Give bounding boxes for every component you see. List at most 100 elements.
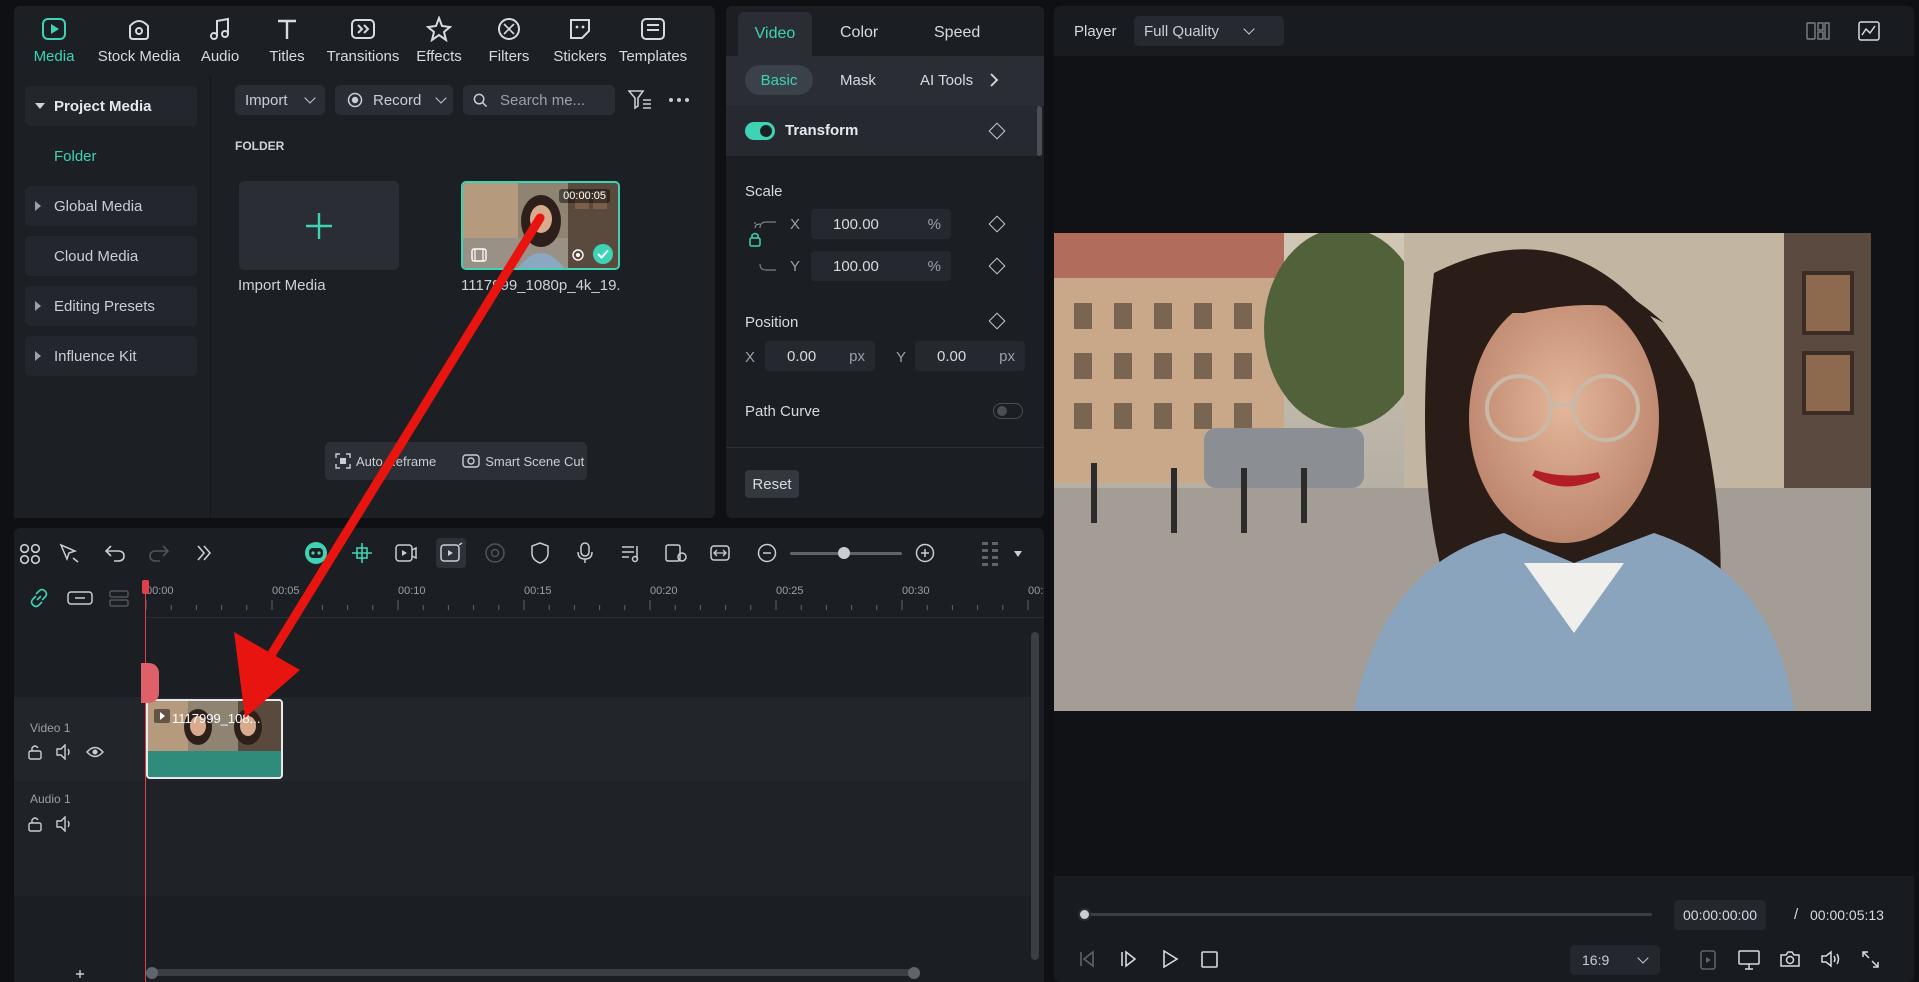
- transform-toggle[interactable]: [745, 122, 775, 140]
- redo-icon[interactable]: [148, 543, 170, 563]
- subtab-ai-tools[interactable]: AI Tools: [920, 72, 973, 89]
- smart-scene-cut-button[interactable]: Smart Scene Cut: [462, 453, 584, 469]
- audio-video-icon[interactable]: [394, 542, 418, 564]
- timeline-ruler[interactable]: 00:00 00:05 00:10 00:15 00:20 00:25 00:30 00:3: [146, 578, 1044, 618]
- tab-audio[interactable]: Audio: [188, 8, 252, 70]
- smart-cut-icon[interactable]: [439, 542, 463, 564]
- filter-sort-icon[interactable]: [628, 89, 652, 111]
- stop-icon[interactable]: [1201, 951, 1218, 968]
- tab-label: Transitions: [326, 48, 400, 65]
- lock-track-icon[interactable]: [28, 816, 42, 832]
- timeline-video-clip[interactable]: 1117999_108...: [146, 699, 283, 779]
- add-track-icon[interactable]: [75, 969, 85, 979]
- audio-track-icon[interactable]: [620, 542, 642, 564]
- player-title: Player: [1074, 23, 1117, 40]
- grid-view-icon[interactable]: [1806, 22, 1830, 40]
- track-swap-icon[interactable]: [108, 588, 130, 608]
- next-frame-icon[interactable]: [1120, 950, 1138, 968]
- media-clip-thumbnail[interactable]: 00:00:05: [461, 181, 620, 270]
- double-chevron-right-icon[interactable]: [195, 544, 213, 562]
- fullscreen-icon[interactable]: [1862, 951, 1879, 968]
- lock-track-icon[interactable]: [28, 744, 42, 760]
- position-x-input[interactable]: 0.00 px: [765, 341, 875, 371]
- tab-transitions[interactable]: Transitions: [322, 8, 404, 70]
- tab-color[interactable]: Color: [840, 24, 878, 42]
- sidebar-item-global-media[interactable]: Global Media: [25, 186, 197, 226]
- more-options-icon[interactable]: [668, 95, 690, 105]
- player-progress-track[interactable]: [1084, 913, 1652, 916]
- zoom-slider-knob[interactable]: [838, 547, 850, 559]
- zoom-in-icon[interactable]: [915, 543, 935, 563]
- scroll-handle-right[interactable]: [908, 967, 920, 979]
- sidebar-item-editing-presets[interactable]: Editing Presets: [25, 286, 197, 326]
- tab-speed[interactable]: Speed: [934, 24, 980, 42]
- playhead-marker-flag[interactable]: [141, 663, 159, 703]
- tab-label: Filters: [488, 48, 530, 65]
- import-button[interactable]: Import: [235, 85, 325, 115]
- sidebar-item-influence-kit[interactable]: Influence Kit: [25, 336, 197, 376]
- path-curve-toggle[interactable]: [993, 403, 1023, 419]
- display-settings-icon[interactable]: [1738, 950, 1760, 970]
- play-icon[interactable]: [1161, 950, 1179, 968]
- track-volume-icon[interactable]: [56, 816, 74, 832]
- sidebar-item-cloud-media[interactable]: Cloud Media: [25, 236, 197, 276]
- waveform-monitor-icon[interactable]: [1858, 21, 1880, 41]
- tab-stock-media[interactable]: Stock Media: [90, 8, 188, 70]
- scroll-handle-left[interactable]: [146, 967, 158, 979]
- link-icon[interactable]: [28, 588, 50, 608]
- group-link-icon[interactable]: [67, 589, 93, 607]
- scale-y-input[interactable]: 100.00 %: [811, 251, 951, 281]
- sidebar-item-folder[interactable]: Folder: [54, 148, 97, 165]
- select-tool-icon[interactable]: [58, 542, 80, 564]
- search-input[interactable]: Search me...: [500, 92, 585, 109]
- snapshot-camera-icon[interactable]: [1780, 950, 1800, 968]
- volume-icon[interactable]: [1820, 950, 1842, 968]
- horizontal-scrollbar[interactable]: [149, 969, 919, 976]
- microphone-icon[interactable]: [576, 542, 594, 564]
- tab-stickers[interactable]: Stickers: [544, 8, 616, 70]
- aspect-ratio-dropdown[interactable]: 16:9: [1570, 945, 1660, 975]
- fit-width-icon[interactable]: [709, 542, 731, 564]
- dropdown-triangle-icon[interactable]: [1014, 551, 1022, 557]
- auto-reframe-button[interactable]: Auto Reframe: [335, 453, 436, 469]
- tab-templates[interactable]: Templates: [616, 8, 690, 70]
- shield-icon[interactable]: [530, 542, 550, 564]
- undo-icon[interactable]: [104, 543, 126, 563]
- record-button[interactable]: Record: [335, 85, 453, 115]
- previous-frame-icon[interactable]: [1078, 950, 1096, 968]
- track-volume-icon[interactable]: [56, 744, 74, 760]
- tab-video[interactable]: Video: [738, 12, 812, 56]
- tab-effects[interactable]: Effects: [404, 8, 474, 70]
- marker-icon[interactable]: [1700, 950, 1716, 970]
- zoom-out-icon[interactable]: [757, 543, 777, 563]
- subtab-mask[interactable]: Mask: [840, 72, 876, 89]
- properties-scrollbar[interactable]: [1037, 106, 1042, 156]
- video-preview[interactable]: [1054, 233, 1871, 711]
- eye-icon[interactable]: [86, 745, 104, 759]
- sidebar-item-project-media[interactable]: Project Media: [25, 86, 197, 126]
- current-time-box[interactable]: 00:00:00:00: [1674, 900, 1766, 930]
- tab-media[interactable]: Media: [18, 8, 90, 70]
- import-media-tile[interactable]: [239, 181, 399, 270]
- scale-x-input[interactable]: 100.00 %: [811, 209, 951, 239]
- track-layout-icon[interactable]: [980, 540, 1000, 566]
- auto-highlight-icon[interactable]: [350, 542, 374, 564]
- playhead-handle[interactable]: [142, 580, 149, 594]
- chevron-right-icon[interactable]: [989, 73, 999, 87]
- search-box[interactable]: Search me...: [463, 85, 615, 115]
- vertical-scrollbar[interactable]: [1031, 632, 1039, 960]
- playhead-line[interactable]: [145, 580, 146, 982]
- stabilize-icon[interactable]: [484, 542, 506, 564]
- tab-filters[interactable]: Filters: [474, 8, 544, 70]
- position-y-input[interactable]: 0.00 px: [915, 341, 1025, 371]
- import-label: Import: [245, 91, 288, 109]
- player-progress-knob[interactable]: [1078, 908, 1091, 921]
- tab-titles[interactable]: Titles: [252, 8, 322, 70]
- ai-assistant-icon[interactable]: [302, 540, 330, 566]
- clip-settings-icon[interactable]: [664, 542, 688, 564]
- subtab-basic[interactable]: Basic: [745, 65, 813, 95]
- reset-button[interactable]: Reset: [745, 470, 799, 498]
- ruler-tick-label: 00:10: [398, 585, 426, 597]
- layout-grid-icon[interactable]: [18, 542, 42, 566]
- quality-dropdown[interactable]: Full Quality: [1134, 16, 1284, 46]
